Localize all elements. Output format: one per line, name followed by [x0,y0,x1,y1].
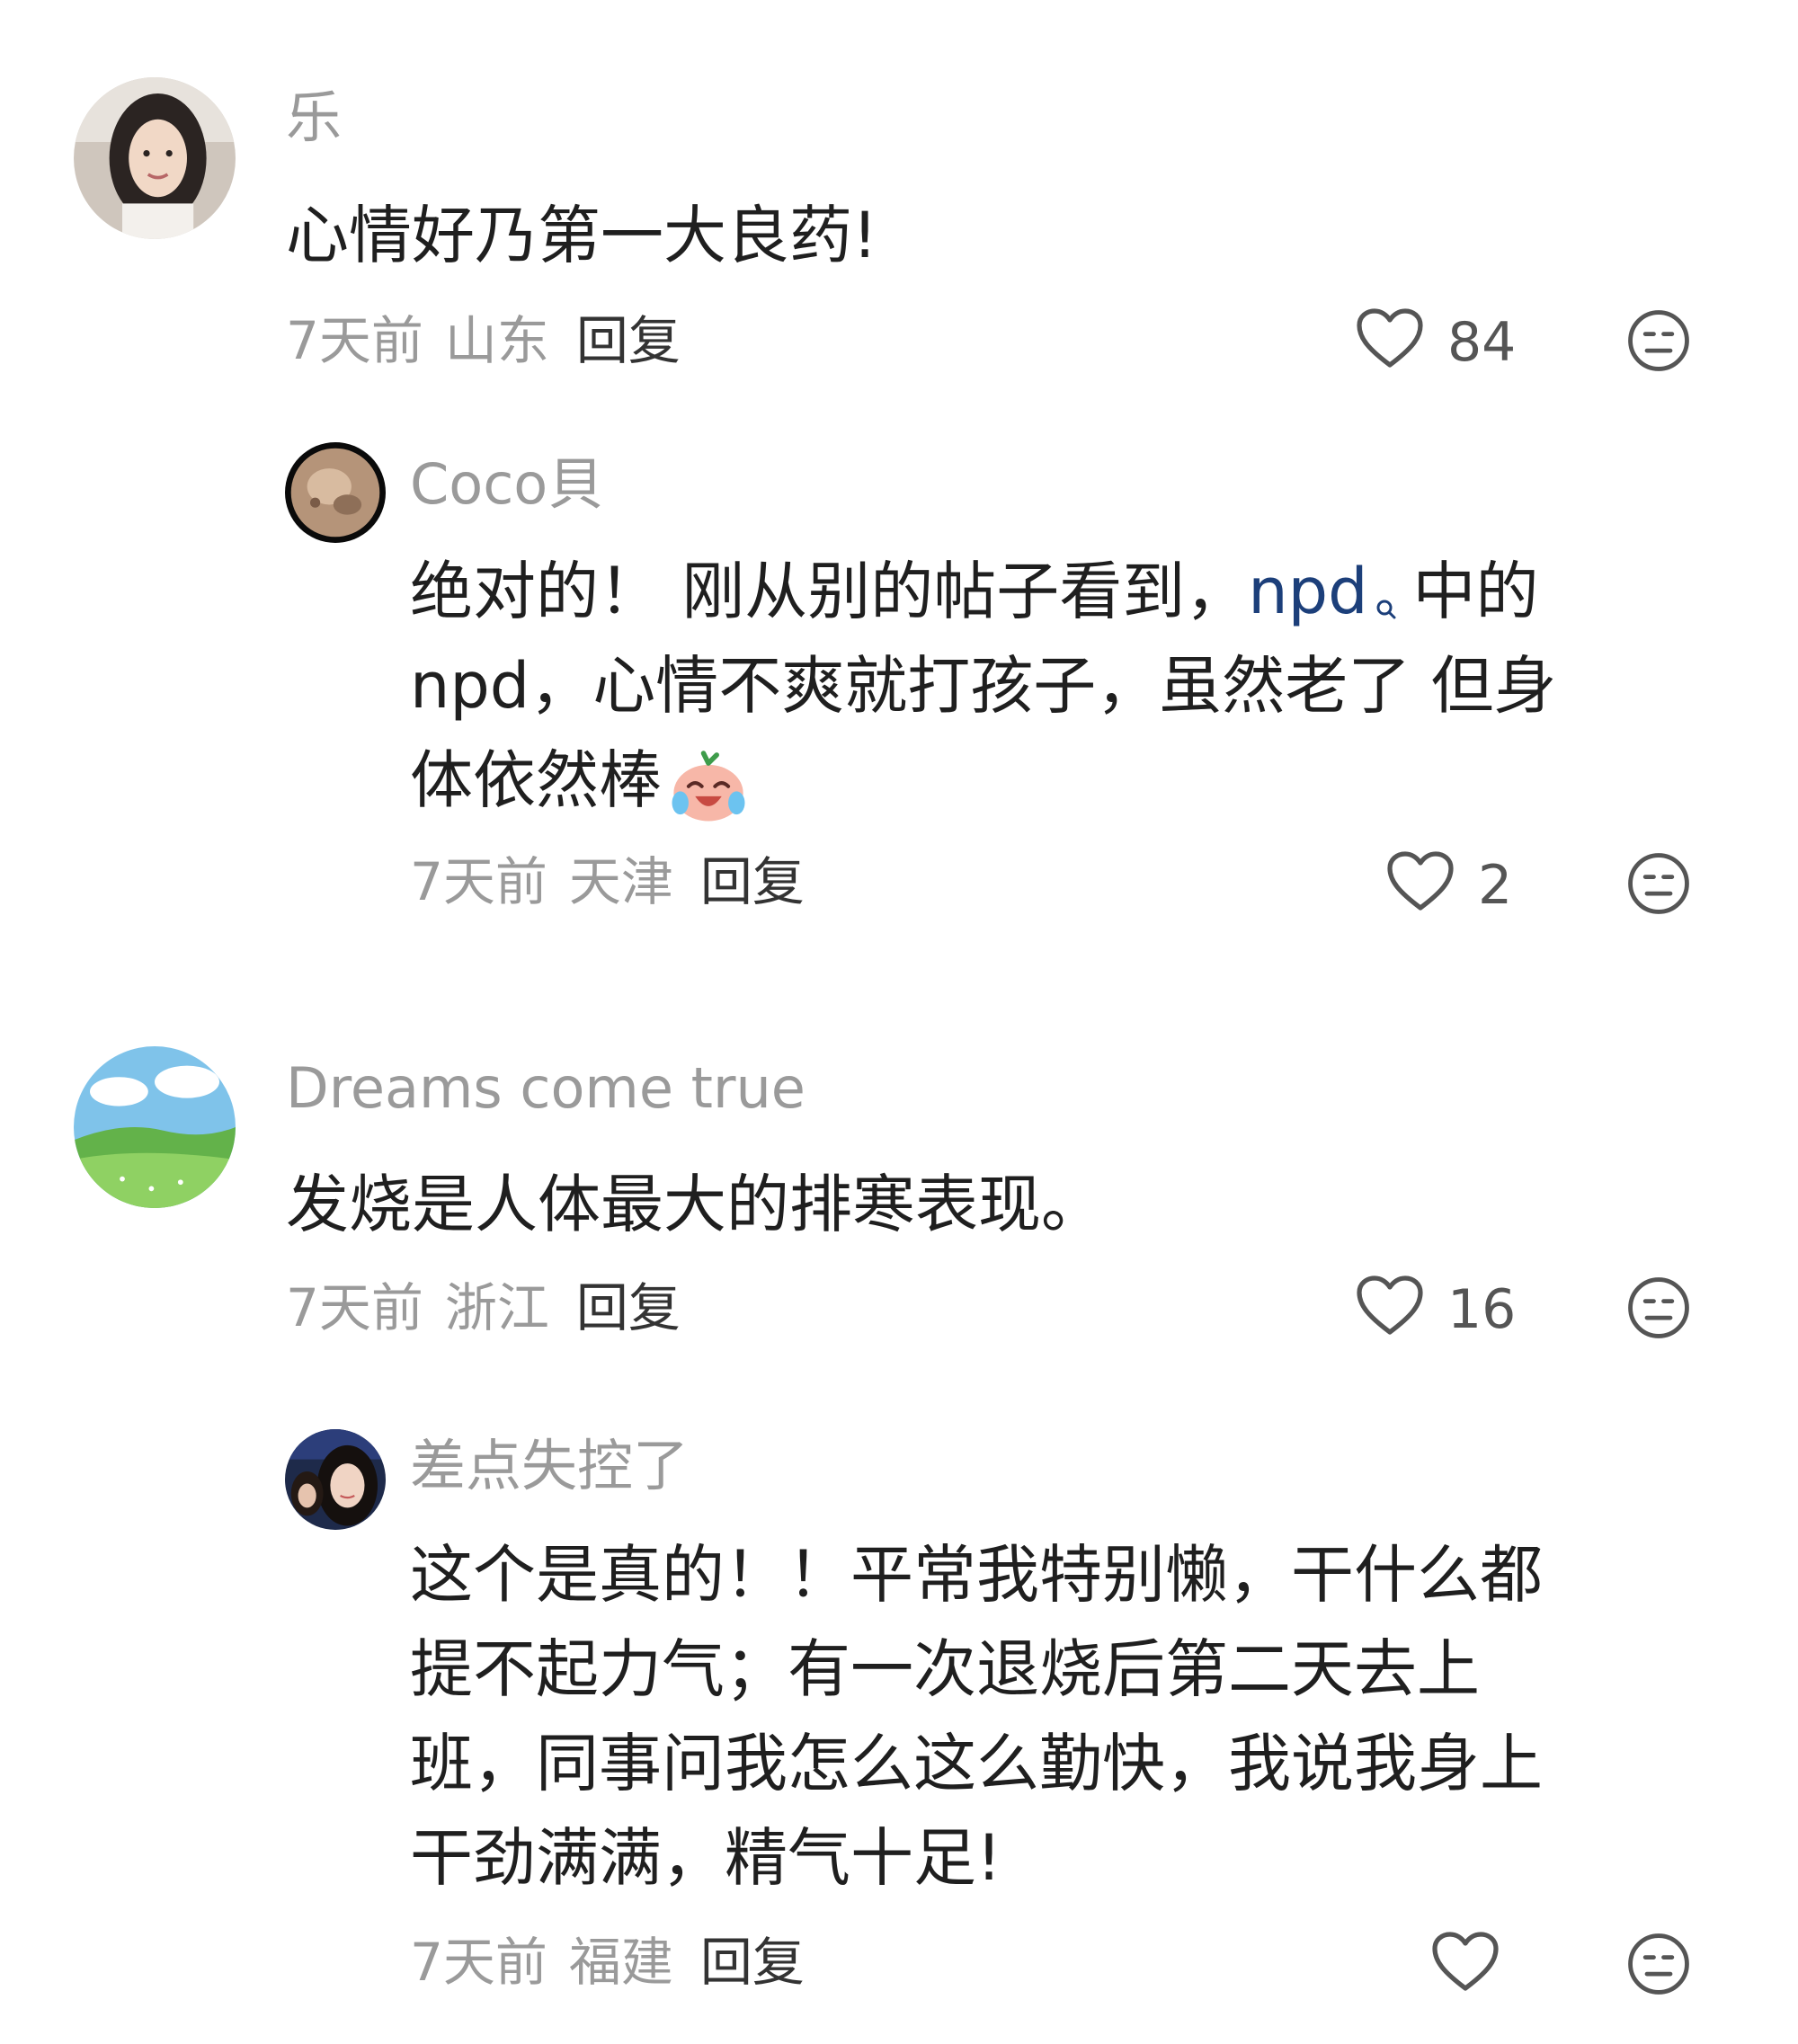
author-name[interactable]: 乐 [286,90,342,146]
reply-text-line: 班，同事问我怎么这么勤快，我说我身上 [410,1727,1543,1800]
comment-meta: 7天前 天津 回复 [410,856,805,908]
author-name[interactable]: Coco貝 [410,457,603,512]
laughing-crying-emoji [667,743,750,826]
neutral-face-icon[interactable] [1625,1931,1692,1997]
like-count: 16 [1447,1278,1517,1341]
reply-text-line: 这个是真的！！平常我特别懒，干什么都 [410,1538,1543,1612]
like-button[interactable]: 84 [1354,306,1516,379]
like-count: 2 [1478,854,1513,917]
reply-button[interactable]: 回复 [700,851,805,912]
reply-text: 绝对的！ 刚从别的帖子看到，npd 中的 npd，心情不爽就打孩子，虽然老了 但身… [410,545,1556,828]
reply-text-segment: 体依然棒 [410,743,662,817]
comment-meta: 7天前 福建 回复 [410,1936,805,1988]
comment-location: 浙江 [444,1277,549,1338]
reply-button[interactable]: 回复 [700,1932,805,1993]
search-icon[interactable] [1375,555,1397,619]
reply-text-line: 提不起力气；有一次退烧后第二天去上 [410,1632,1480,1706]
heart-outline-icon [1384,849,1456,922]
reply-text-line: npd，心情不爽就打孩子，虽然老了 但身 [410,649,1557,723]
comment-meta: 7天前 浙江 回复 [286,1282,681,1334]
comment-text: 心情好乃第一大良药! [286,199,878,272]
heart-outline-icon [1354,1273,1426,1346]
comment-location: 山东 [444,310,549,371]
like-button[interactable] [1429,1929,1523,2003]
reply-button[interactable]: 回复 [576,1277,681,1338]
avatar[interactable] [74,77,236,239]
comment-location: 福建 [568,1932,673,1993]
like-button[interactable]: 2 [1384,849,1512,922]
like-button[interactable]: 16 [1354,1273,1516,1346]
heart-outline-icon [1429,1929,1501,2003]
topic-link[interactable]: npd [1248,555,1367,628]
comment-location: 天津 [568,851,673,912]
comment-time: 7天前 [286,310,423,371]
author-name[interactable]: 差点失控了 [410,1438,689,1494]
author-name[interactable]: Dreams come true [286,1061,806,1116]
neutral-face-icon[interactable] [1625,307,1692,374]
comment-time: 7天前 [286,1277,423,1338]
reply-text: 这个是真的！！平常我特别懒，干什么都 提不起力气；有一次退烧后第二天去上 班，同… [410,1528,1543,1906]
reply-button[interactable]: 回复 [576,310,681,371]
comment-meta: 7天前 山东 回复 [286,315,681,367]
neutral-face-icon[interactable] [1625,1275,1692,1341]
comment-time: 7天前 [410,1932,547,1993]
reply-text-line: 干劲满满，精气十足! [410,1821,1002,1895]
like-count: 84 [1447,311,1517,374]
avatar[interactable] [285,442,386,543]
avatar[interactable] [74,1046,236,1208]
comment-time: 7天前 [410,851,547,912]
avatar[interactable] [285,1429,386,1530]
reply-text-segment: 中的 [1412,555,1539,628]
comment-text: 发烧是人体最大的排寒表现。 [286,1168,1104,1241]
neutral-face-icon[interactable] [1625,850,1692,917]
heart-outline-icon [1354,306,1426,379]
reply-text-segment: 绝对的！ 刚从别的帖子看到， [410,555,1249,628]
